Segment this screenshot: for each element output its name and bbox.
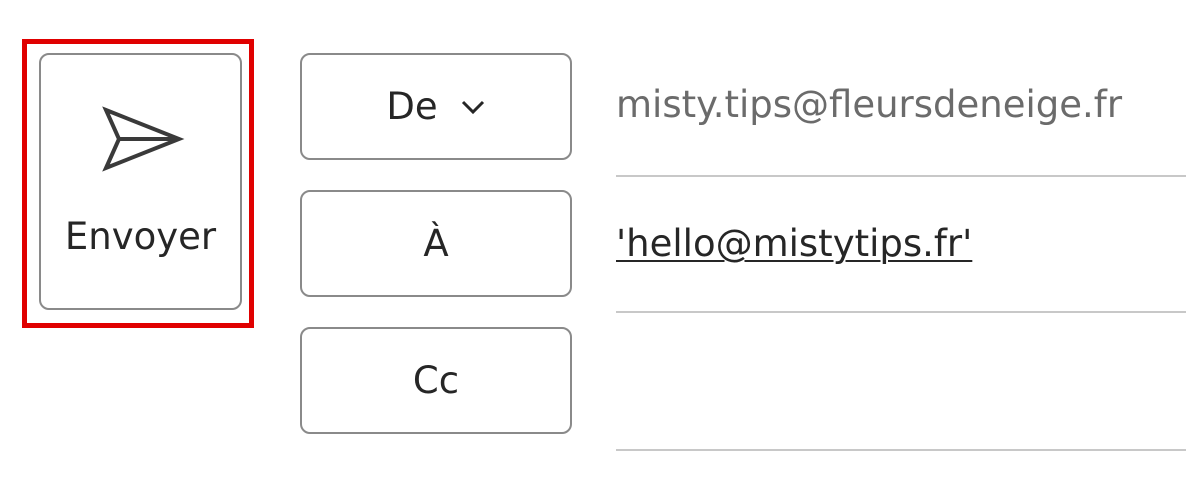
send-button-label: Envoyer [64, 215, 217, 258]
to-button[interactable]: À [300, 190, 572, 297]
chevron-down-icon [461, 100, 484, 114]
to-button-label: À [423, 222, 449, 265]
from-address: misty.tips@fleursdeneige.fr [616, 83, 1123, 126]
send-button[interactable]: Envoyer [39, 53, 242, 310]
to-divider [616, 311, 1186, 313]
cc-button-label: Cc [412, 359, 460, 402]
from-button-label: De [386, 85, 438, 128]
from-divider [616, 175, 1186, 177]
cc-button[interactable]: Cc [300, 327, 572, 434]
from-button[interactable]: De [300, 53, 572, 160]
compose-header: Envoyer De misty.tips@fleursdeneige.fr À… [0, 0, 1186, 477]
to-recipient[interactable]: 'hello@mistytips.fr' [616, 222, 972, 265]
send-icon [102, 106, 185, 172]
cc-divider [616, 449, 1186, 451]
